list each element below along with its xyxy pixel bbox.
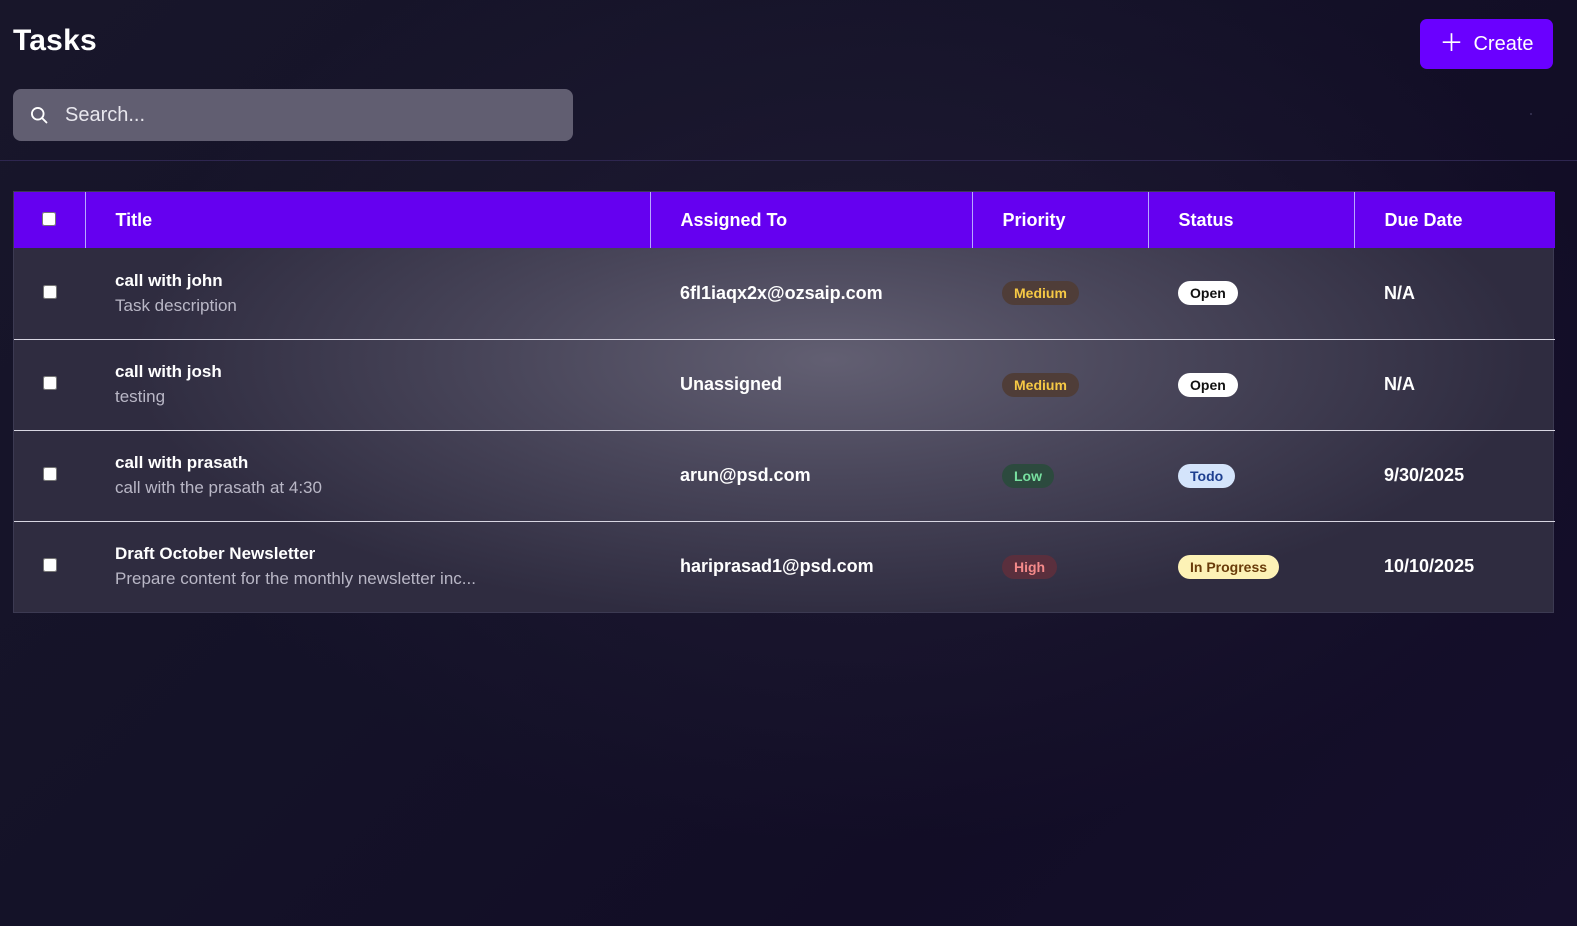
column-header-status[interactable]: Status	[1148, 192, 1355, 248]
search-icon	[31, 107, 48, 124]
due-date-cell: N/A	[1384, 282, 1415, 303]
create-button-label: Create	[1473, 32, 1534, 55]
create-button[interactable]: ＋ Create	[1420, 19, 1553, 69]
priority-cell: Medium	[972, 339, 1148, 430]
plus-icon: ＋	[1439, 30, 1464, 57]
select-all-cell	[14, 192, 86, 248]
table-row[interactable]: call with prasath call with the prasath …	[14, 430, 1555, 521]
tasks-table: Title Assigned To Priority Status Due Da…	[13, 191, 1555, 613]
status-badge: In Progress	[1178, 554, 1280, 579]
due-date-cell: 10/10/2025	[1384, 556, 1475, 577]
title-cell: call with john Task description	[85, 248, 650, 339]
table-row[interactable]: Draft October Newsletter Prepare content…	[14, 521, 1555, 612]
status-badge: Todo	[1178, 463, 1236, 488]
select-all-checkbox[interactable]	[42, 211, 57, 226]
status-cell: Open	[1148, 248, 1354, 339]
priority-badge: Medium	[1002, 281, 1079, 306]
priority-cell: Low	[972, 430, 1148, 521]
status-cell: In Progress	[1148, 521, 1354, 612]
decorative-dot	[1530, 113, 1532, 115]
page-title: Tasks	[13, 24, 97, 57]
status-cell: Todo	[1148, 430, 1354, 521]
task-description: call with the prasath at 4:30	[115, 478, 322, 497]
row-checkbox[interactable]	[42, 558, 57, 573]
task-description: Prepare content for the monthly newslett…	[115, 569, 476, 589]
title-cell: call with josh testing	[85, 339, 650, 430]
table-row[interactable]: call with josh testing Unassigned Medium…	[14, 339, 1555, 430]
status-badge: Open	[1178, 281, 1238, 306]
row-checkbox[interactable]	[42, 284, 57, 299]
task-title[interactable]: call with prasath	[115, 453, 650, 473]
column-header-due-date[interactable]: Due Date	[1354, 192, 1555, 248]
page-header: Tasks ＋ Create	[0, 0, 1577, 161]
priority-badge: Medium	[1002, 372, 1079, 397]
priority-cell: High	[972, 521, 1148, 612]
column-header-priority[interactable]: Priority	[972, 192, 1149, 248]
due-date-cell: 9/30/2025	[1384, 465, 1465, 485]
assigned-to-cell: hariprasad1@psd.com	[680, 556, 874, 577]
column-header-title[interactable]: Title	[85, 192, 651, 248]
assigned-to-cell: Unassigned	[680, 374, 783, 394]
priority-cell: Medium	[972, 248, 1148, 339]
priority-badge: High	[1002, 554, 1058, 579]
task-title[interactable]: call with john	[115, 271, 650, 291]
title-cell: Draft October Newsletter Prepare content…	[85, 521, 650, 612]
task-title[interactable]: Draft October Newsletter	[115, 544, 650, 564]
task-description: testing	[115, 387, 166, 406]
table-row[interactable]: call with john Task description 6fl1iaqx…	[14, 248, 1555, 339]
task-title[interactable]: call with josh	[115, 362, 650, 382]
due-date-cell: N/A	[1384, 374, 1415, 394]
title-cell: call with prasath call with the prasath …	[85, 430, 650, 521]
search-bar[interactable]	[13, 89, 573, 141]
status-cell: Open	[1148, 339, 1354, 430]
column-header-assigned-to[interactable]: Assigned To	[650, 192, 973, 248]
assigned-to-cell: 6fl1iaqx2x@ozsaip.com	[680, 282, 883, 303]
row-checkbox[interactable]	[42, 467, 57, 481]
row-checkbox[interactable]	[42, 376, 57, 390]
table-header-row: Title Assigned To Priority Status Due Da…	[14, 192, 1555, 248]
task-description: Task description	[115, 295, 237, 315]
priority-badge: Low	[1002, 463, 1054, 488]
status-badge: Open	[1178, 372, 1238, 397]
assigned-to-cell: arun@psd.com	[680, 465, 811, 485]
search-input[interactable]	[63, 102, 527, 128]
